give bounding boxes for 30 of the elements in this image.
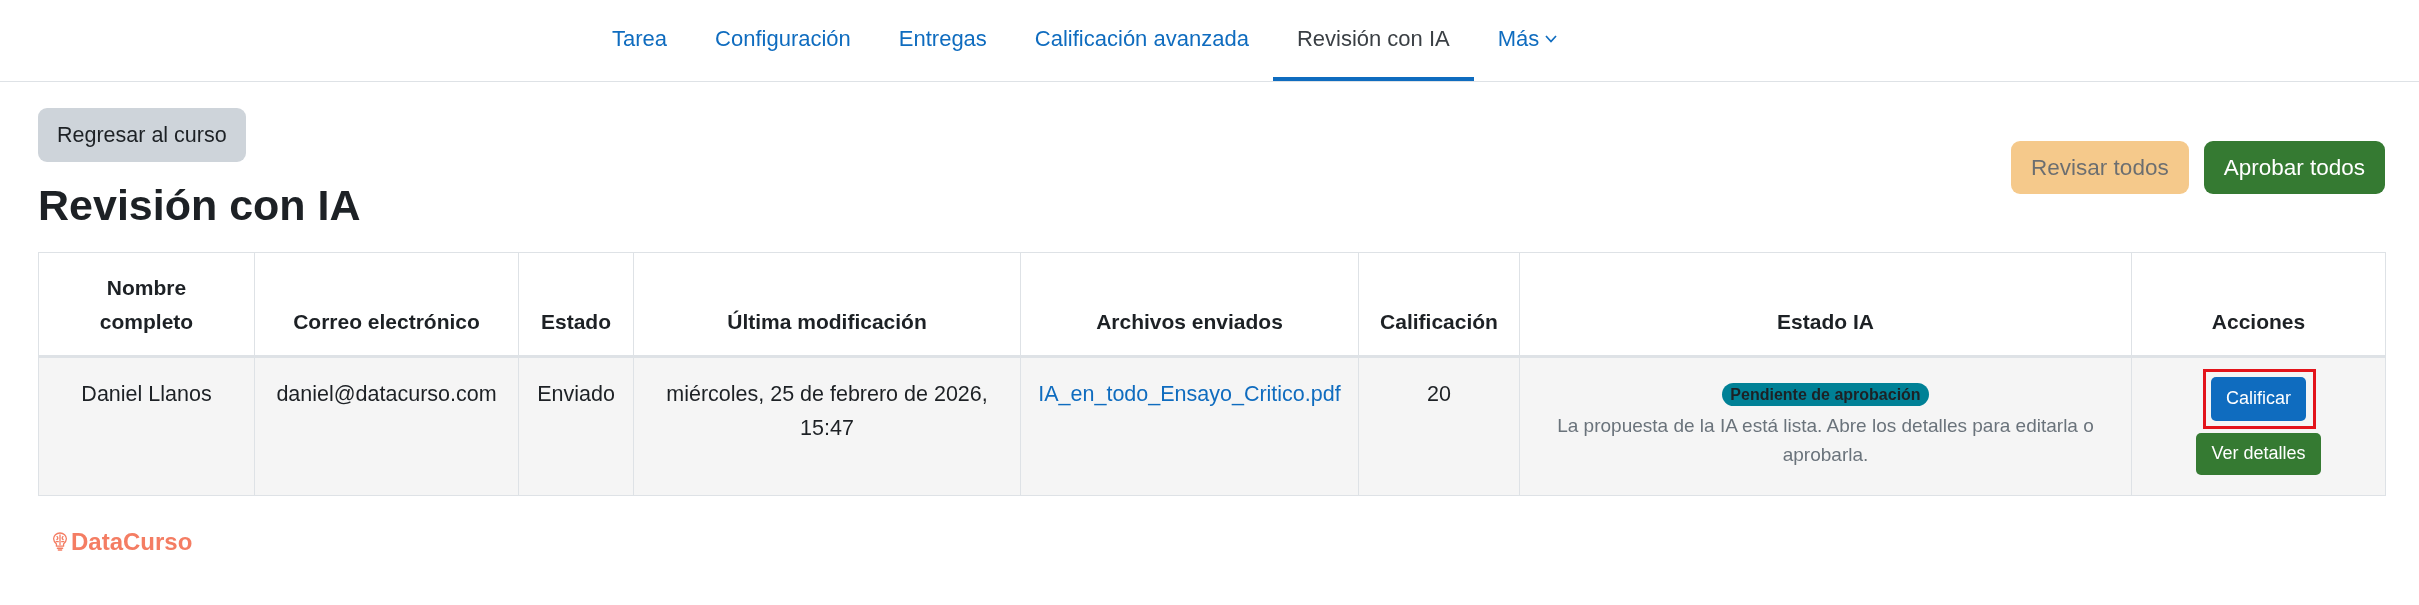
column-header: Acciones bbox=[2131, 252, 2386, 357]
column-header: Última modificación bbox=[633, 252, 1021, 357]
back-button[interactable]: Regresar al curso bbox=[38, 108, 246, 162]
table-cell: daniel@datacurso.com bbox=[254, 356, 519, 496]
grade-button[interactable]: Calificar bbox=[2211, 376, 2306, 421]
column-header: Archivos enviados bbox=[1020, 252, 1359, 357]
table-cell: miércoles, 25 de febrero de 2026, 15:47 bbox=[633, 356, 1021, 496]
page-title: Revisión con IA bbox=[38, 180, 361, 231]
column-header: Calificación bbox=[1358, 252, 1520, 357]
nav-tab[interactable]: Más bbox=[1473, 0, 1582, 81]
nav-tab[interactable]: Entregas bbox=[874, 0, 1011, 81]
details-button[interactable]: Ver detalles bbox=[2196, 432, 2321, 475]
nav-tab[interactable]: Revisión con IA bbox=[1272, 0, 1474, 81]
column-header: Estado bbox=[518, 252, 634, 357]
status-description: La propuesta de la IA está lista. Abre los detalles para editarla o aprobarla. bbox=[1556, 413, 2095, 467]
nav-tab[interactable]: Configuración bbox=[691, 0, 875, 81]
nav-tab[interactable]: Tarea bbox=[588, 0, 692, 81]
table-cell: 20 bbox=[1358, 356, 1520, 496]
chevron-down-icon bbox=[1545, 34, 1558, 43]
table-cell: Daniel Llanos bbox=[38, 356, 255, 496]
column-header: Estado IA bbox=[1519, 252, 2132, 357]
approve-all-button[interactable]: Aprobar todos bbox=[2203, 141, 2385, 194]
nav-tab[interactable]: Calificación avanzada bbox=[1010, 0, 1273, 81]
file-link[interactable]: IA_en_todo_Ensayo_Critico.pdf bbox=[1038, 381, 1341, 406]
brain-bulb-icon bbox=[52, 532, 68, 552]
column-header: Nombre completo bbox=[38, 252, 255, 357]
column-header: Correo electrónico bbox=[254, 252, 519, 357]
brand-name: DataCurso bbox=[71, 527, 193, 557]
table-cell: Enviado bbox=[518, 356, 634, 496]
status-badge: Pendiente de aprobación bbox=[1722, 383, 1929, 407]
